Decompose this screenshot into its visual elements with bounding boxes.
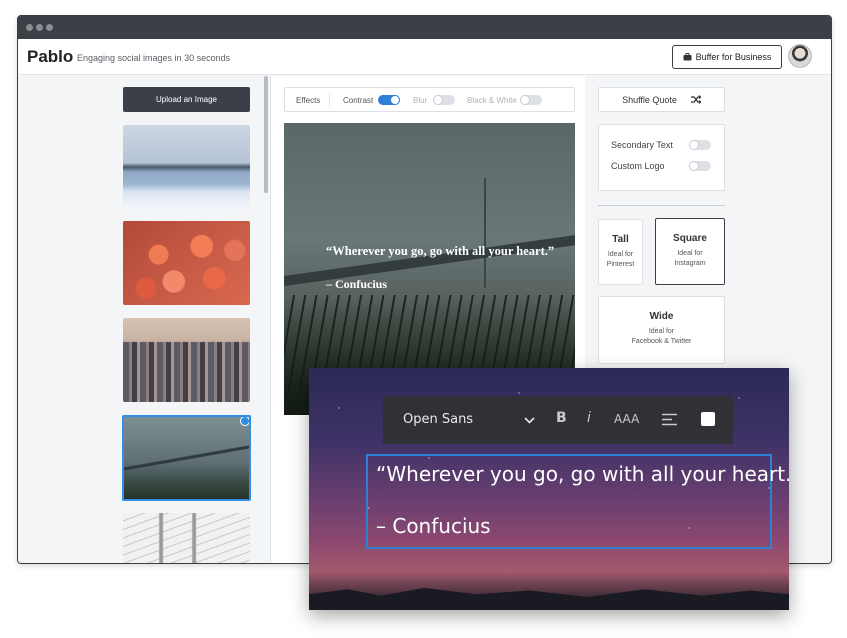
- buffer-for-business-label: Buffer for Business: [695, 52, 772, 62]
- shuffle-quote-button[interactable]: Shuffle Quote: [598, 87, 725, 112]
- italic-button[interactable]: i: [587, 410, 591, 426]
- editor-author-text[interactable]: – Confucius: [376, 514, 491, 538]
- effects-bar: Effects Contrast Blur Black & White: [284, 87, 575, 112]
- blur-label: Blur: [413, 96, 428, 105]
- window-maximize-dot[interactable]: [46, 24, 53, 31]
- contrast-toggle[interactable]: [378, 95, 400, 105]
- secondary-text-toggle[interactable]: [689, 140, 711, 150]
- size-option-wide[interactable]: Wide Ideal for Facebook & Twitter: [598, 296, 725, 364]
- size-title: Wide: [649, 311, 674, 322]
- shuffle-icon: [690, 95, 701, 104]
- panel-divider: [598, 205, 725, 206]
- preview-quote-text[interactable]: “Wherever you go, go with all your heart…: [326, 244, 554, 259]
- title-bar: [18, 16, 831, 39]
- effects-separator: [329, 93, 330, 107]
- text-color-swatch[interactable]: [701, 412, 715, 426]
- size-desc-line1: Ideal for: [677, 250, 703, 257]
- editor-quote-text[interactable]: “Wherever you go, go with all your heart…: [376, 462, 789, 486]
- text-editor-zoom: Open Sans B i AAA “Wherever you go, go w…: [309, 368, 789, 610]
- black-white-toggle[interactable]: [520, 95, 542, 105]
- window-close-dot[interactable]: [26, 24, 33, 31]
- size-title: Square: [673, 233, 707, 244]
- size-desc-line2: Instagram: [674, 260, 706, 267]
- text-format-toolbar: Open Sans B i AAA: [383, 396, 733, 444]
- font-family-select[interactable]: Open Sans: [403, 412, 473, 427]
- size-option-square[interactable]: Square Ideal for Instagram: [655, 218, 725, 285]
- upload-image-button[interactable]: Upload an Image: [123, 87, 250, 112]
- toggle-knob: [433, 95, 443, 105]
- custom-logo-toggle[interactable]: [689, 161, 711, 171]
- buffer-for-business-button[interactable]: Buffer for Business: [672, 45, 782, 69]
- custom-logo-label: Custom Logo: [611, 161, 665, 171]
- tagline: Engaging social images in 30 seconds: [77, 53, 231, 63]
- toggle-knob: [689, 161, 699, 171]
- size-desc-line2: Pinterest: [606, 261, 635, 268]
- toggle-knob: [689, 140, 699, 150]
- thumbnail-orange-flowers[interactable]: [123, 221, 250, 305]
- thumbnail-snowy-lake[interactable]: [123, 125, 250, 209]
- thumbnail-golden-gate-bridge[interactable]: [123, 513, 250, 563]
- toggle-knob: [520, 95, 530, 105]
- size-option-tall[interactable]: Tall Ideal for Pinterest: [598, 219, 643, 285]
- effects-label: Effects: [296, 96, 321, 105]
- toggle-knob: [390, 95, 400, 105]
- brand-logo: Pablo: [27, 47, 74, 66]
- app-header: Pablo Engaging social images in 30 secon…: [18, 39, 831, 75]
- contrast-label: Contrast: [343, 96, 374, 105]
- blur-toggle[interactable]: [433, 95, 455, 105]
- shuffle-quote-label: Shuffle Quote: [622, 94, 677, 105]
- sidebar-scrollbar[interactable]: [264, 76, 268, 193]
- black-white-label: Black & White: [467, 96, 517, 105]
- options-box: Secondary Text Custom Logo: [598, 124, 725, 191]
- selected-text-box[interactable]: “Wherever you go, go with all your heart…: [366, 454, 789, 549]
- size-desc-line2: Facebook & Twitter: [631, 338, 692, 345]
- align-left-icon[interactable]: [662, 413, 677, 426]
- chevron-down-icon[interactable]: [524, 417, 535, 424]
- size-title: Tall: [612, 234, 629, 245]
- thumbnail-city-skyline[interactable]: [123, 318, 250, 402]
- image-sidebar: Upload an Image: [18, 76, 271, 563]
- thumbnail-bridge-grass-selected[interactable]: [122, 415, 251, 501]
- window-minimize-dot[interactable]: [36, 24, 43, 31]
- user-avatar[interactable]: [788, 44, 812, 68]
- selected-check-icon: [240, 417, 249, 426]
- secondary-text-label: Secondary Text: [611, 140, 673, 150]
- bridge-tower: [484, 178, 486, 288]
- font-size-button[interactable]: AAA: [614, 412, 639, 426]
- briefcase-icon: [683, 53, 692, 61]
- size-desc-line1: Ideal for: [648, 328, 675, 335]
- size-desc-line1: Ideal for: [607, 251, 634, 258]
- mountain-silhouette: [309, 587, 789, 610]
- preview-author-text[interactable]: – Confucius: [326, 277, 387, 292]
- bold-button[interactable]: B: [556, 410, 567, 426]
